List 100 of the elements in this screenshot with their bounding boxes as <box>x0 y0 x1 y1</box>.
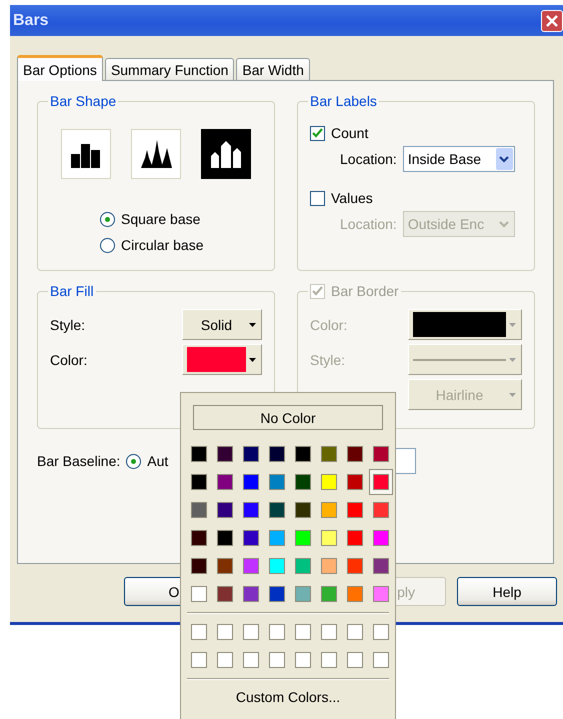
color-swatch[interactable] <box>295 624 311 640</box>
color-swatch[interactable] <box>191 624 207 640</box>
color-swatch[interactable] <box>347 474 363 490</box>
color-swatch[interactable] <box>191 586 207 602</box>
color-swatch[interactable] <box>373 530 389 546</box>
color-swatch[interactable] <box>269 586 285 602</box>
color-swatch[interactable] <box>373 558 389 574</box>
color-swatch[interactable] <box>347 446 363 462</box>
field-label: Style: <box>310 352 346 368</box>
color-swatch[interactable] <box>243 474 259 490</box>
radio-label: Square base <box>121 211 200 227</box>
tab[interactable]: Bar Options <box>17 55 103 81</box>
color-swatch[interactable] <box>295 558 311 574</box>
color-swatch[interactable] <box>347 558 363 574</box>
color-swatch[interactable] <box>243 586 259 602</box>
close-button[interactable] <box>541 10 563 32</box>
color-swatch[interactable] <box>269 502 285 518</box>
radio-button[interactable] <box>100 238 115 252</box>
dialog-button[interactable]: Help <box>457 577 557 606</box>
color-swatch[interactable] <box>217 558 233 574</box>
color-swatch[interactable] <box>373 586 389 602</box>
color-swatch[interactable] <box>269 652 285 668</box>
color-swatch[interactable] <box>347 530 363 546</box>
color-swatch[interactable] <box>295 652 311 668</box>
custom-colors-button[interactable]: Custom Colors... <box>230 688 346 706</box>
field-label: Color: <box>310 316 348 332</box>
field-label: Location: <box>340 216 397 232</box>
color-swatch[interactable] <box>373 446 389 462</box>
group-title: Bar Border <box>331 283 399 299</box>
color-swatch[interactable] <box>191 558 207 574</box>
color-swatch[interactable] <box>191 446 207 462</box>
color-swatch[interactable] <box>217 530 233 546</box>
color-swatch[interactable] <box>217 502 233 518</box>
color-swatch[interactable] <box>321 446 337 462</box>
radio-label: Circular base <box>121 237 204 253</box>
chevron-down-icon <box>499 156 510 162</box>
field-label: Bar Baseline: <box>37 453 120 469</box>
color-swatch[interactable] <box>243 530 259 546</box>
color-swatch[interactable] <box>321 586 337 602</box>
color-swatch[interactable] <box>321 502 337 518</box>
color-swatch[interactable] <box>295 446 311 462</box>
color-swatch[interactable] <box>347 502 363 518</box>
color-swatch[interactable] <box>321 652 337 668</box>
color-swatch[interactable] <box>191 474 207 490</box>
color-swatch[interactable] <box>191 652 207 668</box>
color-swatch[interactable] <box>217 474 233 490</box>
caret-icon <box>509 322 516 326</box>
color-swatch[interactable] <box>295 502 311 518</box>
style-dropdown[interactable]: Solid <box>182 309 262 340</box>
color-swatch[interactable] <box>269 624 285 640</box>
location-dropdown[interactable]: Inside Base <box>402 146 515 172</box>
color-swatch[interactable] <box>217 586 233 602</box>
color-swatch[interactable] <box>295 530 311 546</box>
color-swatch[interactable] <box>217 624 233 640</box>
group-title: Bar Fill <box>50 283 94 299</box>
bar-chart-icon <box>208 138 244 170</box>
bar-shape-option[interactable] <box>201 129 251 179</box>
color-swatch[interactable] <box>191 502 207 518</box>
radio-label: Aut <box>147 453 168 469</box>
checkbox[interactable] <box>310 126 325 140</box>
radio-button[interactable] <box>100 212 115 226</box>
tab[interactable]: Bar Width <box>236 58 310 80</box>
color-swatch[interactable] <box>243 446 259 462</box>
group-title: Bar Shape <box>50 93 116 109</box>
color-swatch[interactable] <box>243 624 259 640</box>
no-color-button[interactable]: No Color <box>193 405 383 430</box>
field-label: Color: <box>50 352 88 368</box>
color-swatch[interactable] <box>295 586 311 602</box>
color-swatch[interactable] <box>373 652 389 668</box>
chevron-down-icon <box>499 220 510 228</box>
color-swatch[interactable] <box>295 474 311 490</box>
color-swatch[interactable] <box>373 624 389 640</box>
checkbox-label: Count <box>331 125 368 141</box>
color-swatch[interactable] <box>243 502 259 518</box>
radio-button[interactable] <box>126 454 142 468</box>
color-swatch[interactable] <box>243 652 259 668</box>
color-dropdown[interactable] <box>408 309 522 340</box>
color-swatch[interactable] <box>269 558 285 574</box>
color-swatch[interactable] <box>373 474 389 490</box>
color-dropdown[interactable] <box>182 344 262 375</box>
color-swatch[interactable] <box>321 558 337 574</box>
close-icon <box>545 14 559 28</box>
color-swatch[interactable] <box>217 652 233 668</box>
color-swatch[interactable] <box>217 446 233 462</box>
color-swatch[interactable] <box>373 502 389 518</box>
color-swatch[interactable] <box>321 530 337 546</box>
color-swatch[interactable] <box>269 530 285 546</box>
color-swatch[interactable] <box>347 586 363 602</box>
tab[interactable]: Summary Function <box>104 58 234 80</box>
color-swatch[interactable] <box>243 558 259 574</box>
color-swatch[interactable] <box>269 446 285 462</box>
color-swatch[interactable] <box>321 624 337 640</box>
caret-icon <box>509 392 516 396</box>
field-label: Style: <box>50 316 86 332</box>
color-swatch[interactable] <box>347 624 363 640</box>
color-swatch[interactable] <box>269 474 285 490</box>
field-label: Location: <box>340 151 397 167</box>
color-swatch[interactable] <box>191 530 207 546</box>
color-swatch[interactable] <box>347 652 363 668</box>
color-swatch[interactable] <box>321 474 337 490</box>
